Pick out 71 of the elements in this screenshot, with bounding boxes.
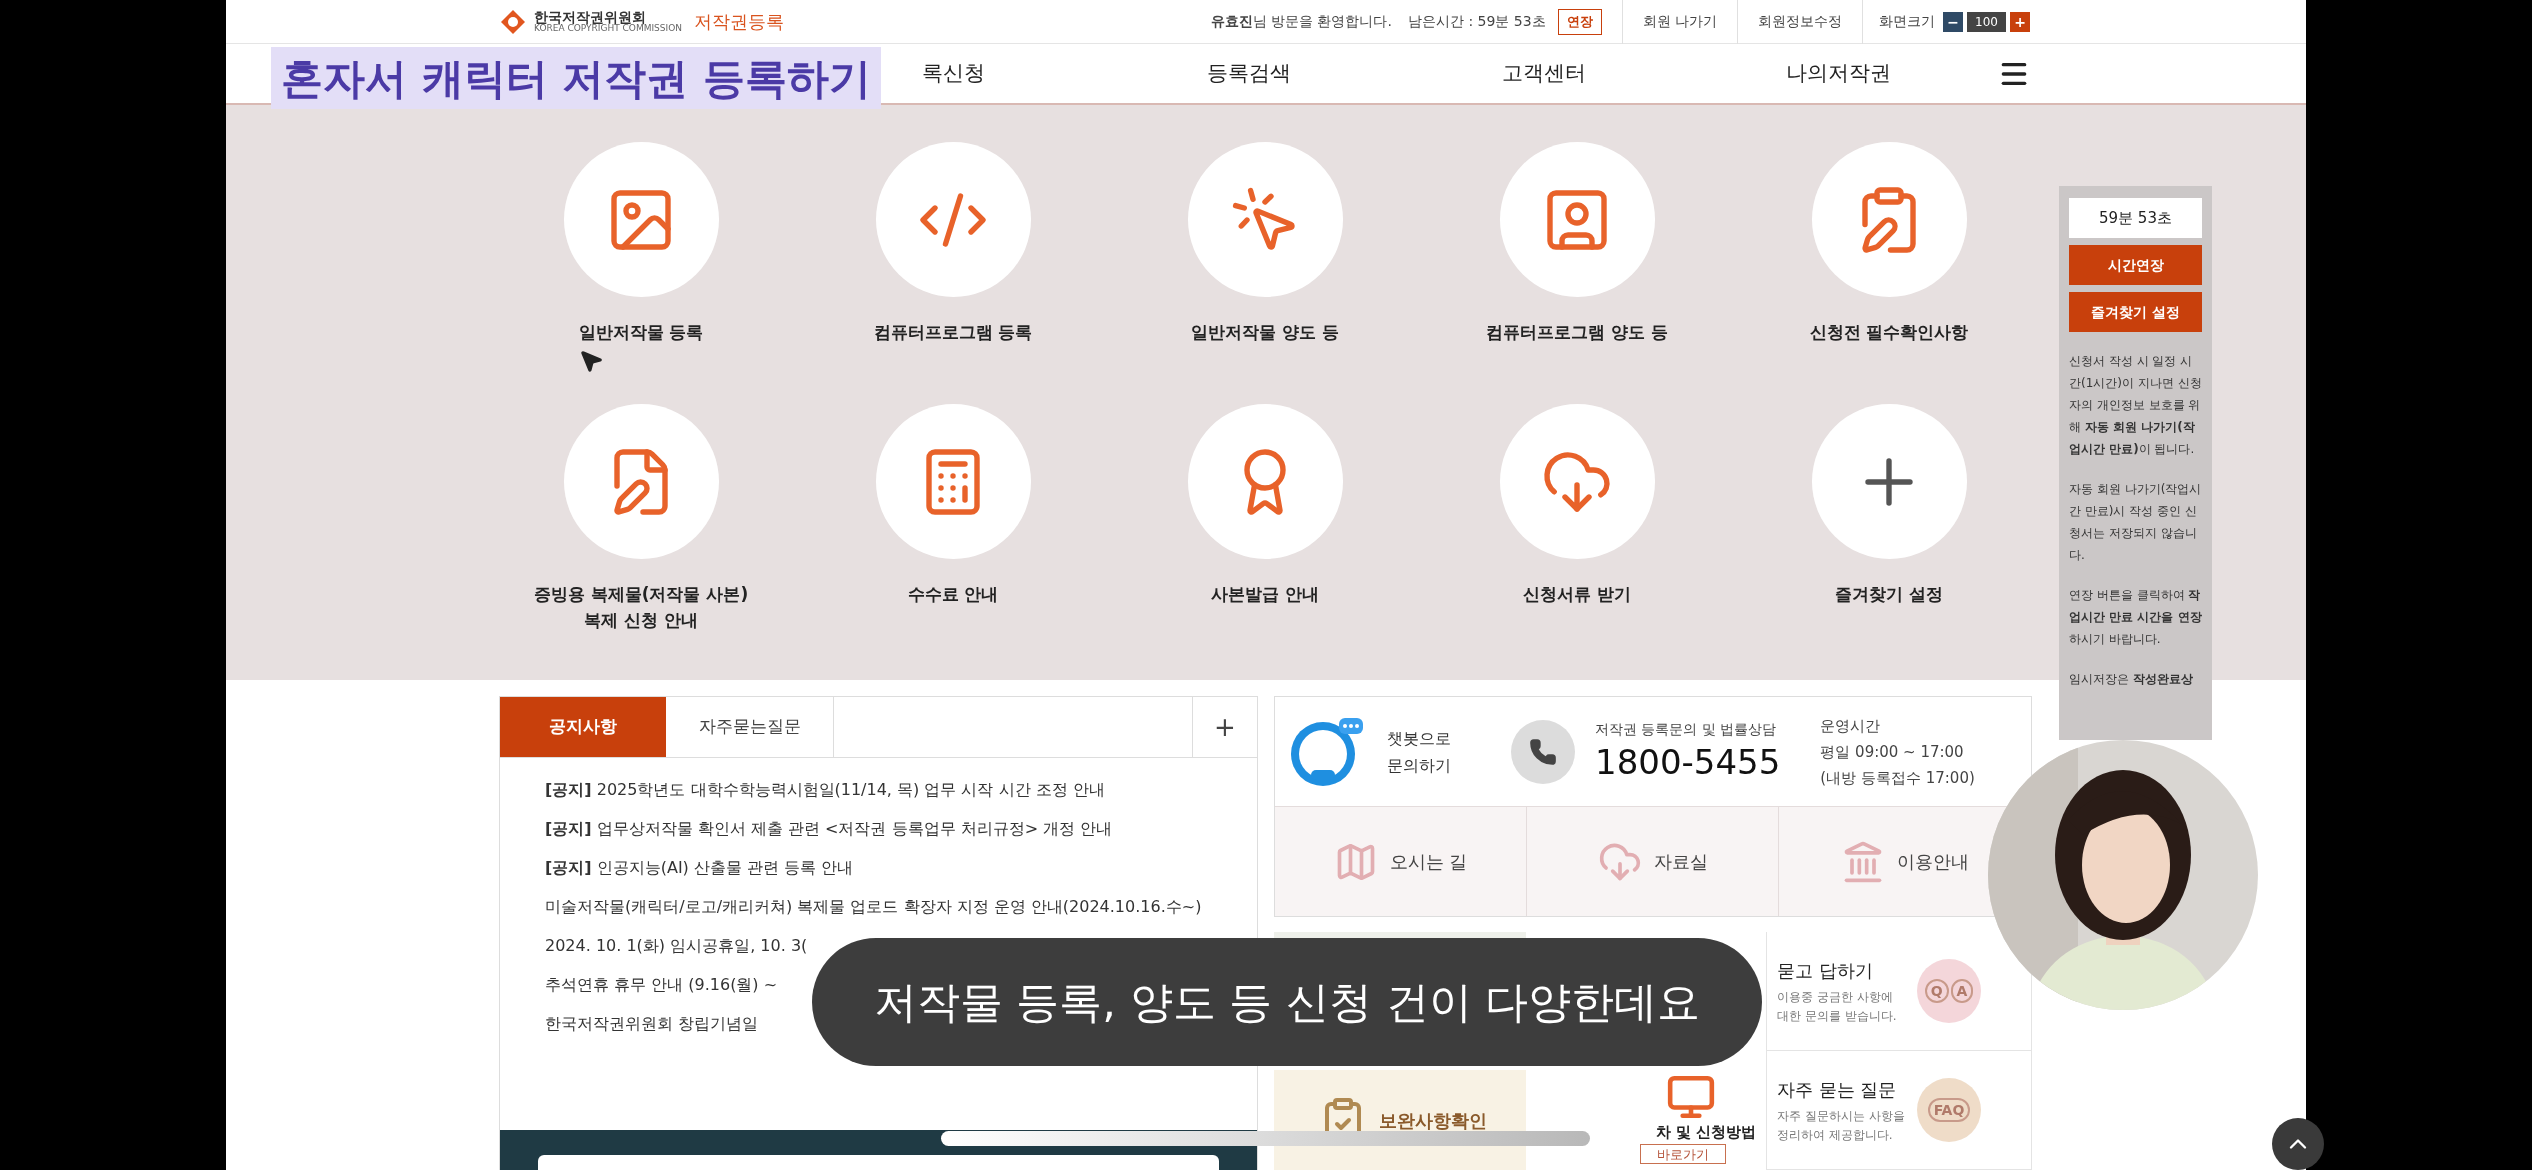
service-item[interactable]: 일반저작물 양도 등	[1109, 142, 1421, 376]
service-label: 일반저작물 양도 등	[1191, 321, 1339, 344]
hours-label: 운영시간	[1820, 715, 1882, 737]
hours-text: (내방 등록접수 17:00)	[1820, 767, 1975, 789]
service-item[interactable]: 증빙용 복제물(저작물 사본) 복제 신청 안내	[485, 404, 797, 638]
service-label: 컴퓨터프로그램 등록	[873, 321, 1033, 344]
service-item[interactable]: 수수료 안내	[797, 404, 1109, 638]
caption: 저작물 등록, 양도 등 신청 건이 다양한데요	[812, 938, 1762, 1066]
icon-letter: Q	[1924, 979, 1949, 1003]
nav-link[interactable]: 나의저작권	[1786, 57, 1891, 90]
service-name: 저작권등록	[694, 10, 784, 34]
help-description: 이용중 궁금한 사항에 대한 문의를 받습니다.	[1777, 988, 1898, 1025]
logo-name: 한국저작권위원회	[534, 10, 646, 24]
notice-item[interactable]: 추석연휴 휴무 안내 (9.16(월) ~	[545, 973, 778, 997]
service-item[interactable]: 사본발급 안내	[1109, 404, 1421, 638]
phone-label: 저작권 등록문의 및 법률상담	[1595, 720, 1778, 739]
sidebar-note: 연장 버튼을 클릭하여 작업시간 만료 시간을 연장하시기 바랍니다.	[2069, 587, 2202, 648]
notice-tab[interactable]: 공지사항	[500, 697, 666, 757]
extend-button[interactable]: 연장	[1557, 8, 1602, 35]
quick-link[interactable]: 자료실	[1597, 839, 1708, 884]
service-label: 사본발급 안내	[1211, 583, 1319, 606]
icon-letter: FAQ	[1927, 1098, 1971, 1122]
chatbot-link[interactable]: 챗봇으로 문의하기	[1387, 724, 1451, 779]
video-title: 혼자서 캐릭터 저작권 등록하기	[271, 47, 881, 109]
service-label: 신청서류 받기	[1523, 583, 1631, 606]
notice-item[interactable]: 미술저작물(캐릭터/로고/캐리커쳐) 복제물 업로드 확장자 지정 운영 안내(2024.10.16.수~)	[545, 895, 1202, 919]
notice-item[interactable]: 한국저작권위원회 창립기념일	[545, 1012, 759, 1036]
service-item[interactable]: 컴퓨터프로그램 양도 등	[1421, 142, 1733, 376]
service-item[interactable]: 일반저작물 등록	[485, 142, 797, 376]
notice-item[interactable]: [공지] 2025학년도 대학수학능력시험일(11/14, 목) 업무 시작 시간 조정 안내	[545, 778, 1105, 802]
icon-letter: A	[1950, 979, 1974, 1003]
help-description: 자주 질문하시는 사항을 정리하여 제공합니다.	[1777, 1107, 1906, 1144]
sidebar-note: 신청서 작성 시 일정 시간(1시간)이 지나면 신청자의 개인정보 보호를 위해 자동 회원 나가기(작업시간 만료)이 됩니다.	[2069, 353, 2202, 458]
sidebar-note: 자동 회원 나가기(작업시간 만료)시 작성 중인 신청서는 저장되지 않습니다.	[2069, 481, 2202, 564]
nav-link[interactable]: 고객센터	[1501, 57, 1586, 90]
phone-number: 1800-5455	[1595, 741, 1781, 784]
header-link[interactable]: 회원 나가기	[1642, 11, 1718, 32]
service-item[interactable]: 신청서류 받기	[1421, 404, 1733, 638]
logo-subtitle: KOREA COPYRIGHT COMMISSION	[534, 24, 682, 33]
service-label: 증빙용 복제물(저작물 사본) 복제 신청 안내	[533, 583, 749, 632]
notice-item[interactable]: [공지] 인공지능(AI) 산출물 관련 등록 안내	[545, 856, 854, 880]
service-item[interactable]: 컴퓨터프로그램 등록	[797, 142, 1109, 376]
guide-title: 차 및 신청방법	[1655, 1122, 1756, 1142]
notice-item[interactable]: 2024. 10. 1(화) 임시공휴일, 10. 3(	[545, 934, 808, 958]
sidebar-button[interactable]: 즐겨찾기 설정	[2069, 292, 2202, 332]
hours-text: 평일 09:00 ~ 17:00	[1820, 741, 1965, 763]
service-label: 컴퓨터프로그램 양도 등	[1486, 321, 1668, 344]
service-label: 일반저작물 등록	[578, 321, 704, 344]
zoom-out-button[interactable]: −	[1943, 11, 1964, 32]
guide-title: 보완사항확인	[1379, 1108, 1487, 1133]
zoom-in-button[interactable]: +	[2010, 11, 2030, 32]
service-label: 즐겨찾기 설정	[1835, 583, 1943, 606]
service-label: 신청전 필수확인사항	[1809, 321, 1969, 344]
sidebar-button[interactable]: 시간연장	[2069, 245, 2202, 285]
service-label: 수수료 안내	[907, 583, 999, 606]
header-link[interactable]: 회원정보수정	[1758, 11, 1843, 32]
more-button[interactable]: +	[1193, 697, 1257, 757]
help-title[interactable]: 묻고 답하기	[1777, 956, 1917, 984]
zoom-value: 100	[1967, 11, 2006, 32]
service-item[interactable]: 즐겨찾기 설정	[1733, 404, 2045, 638]
zoom-label: 화면크기	[1879, 12, 1936, 31]
timer-display: 59분 53초	[2069, 198, 2202, 238]
remaining-time: 남은시간 : 59분 53초	[1407, 12, 1546, 31]
goto-button[interactable]: 바로가기	[1640, 1144, 1726, 1164]
service-item[interactable]: 신청전 필수확인사항	[1733, 142, 2045, 376]
nav-link[interactable]: 록신청	[922, 57, 985, 90]
nav-link[interactable]: 등록검색	[1206, 57, 1291, 90]
sidebar-note: 임시저장은 작성완료상	[2069, 671, 2194, 688]
help-title[interactable]: 자주 묻는 질문	[1777, 1075, 1917, 1103]
welcome-text: 유효진님 방문을 환영합니다.	[1210, 12, 1392, 31]
notice-item[interactable]: [공지] 업무상저작물 확인서 제출 관련 <저작권 등록업무 처리규정> 개정 안내	[545, 817, 1113, 841]
